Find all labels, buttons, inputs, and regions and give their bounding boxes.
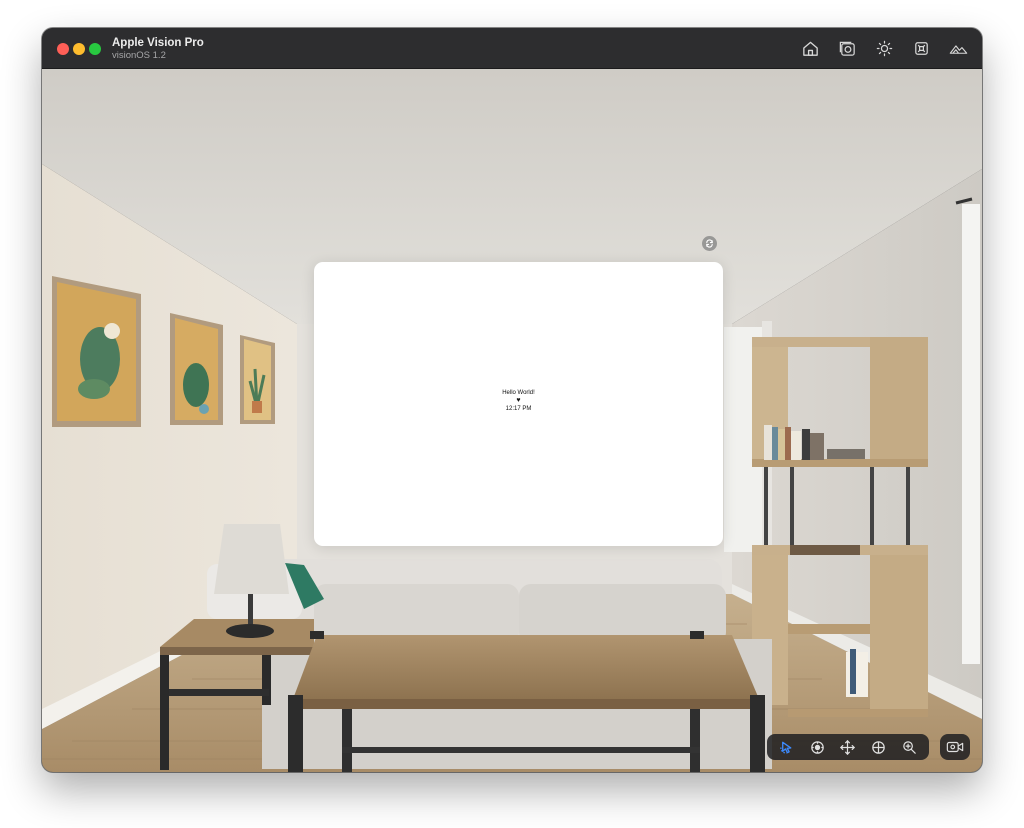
zoom-icon [903,740,916,754]
title-bar: Apple Vision Pro visionOS 1.2 [42,28,982,69]
app-window[interactable]: Hello World! ♥ 12:17 PM [314,262,723,546]
zoom-window-button[interactable] [89,43,101,55]
home-icon [802,41,818,56]
environment-button[interactable] [946,37,970,59]
environment-icon [949,44,967,54]
window-title: Apple Vision Pro [112,37,204,49]
keyboard-icon [914,41,928,55]
window-orientation-button[interactable] [702,236,717,251]
interaction-controls [767,734,929,760]
pan-icon [840,739,856,755]
rotate-icon [706,239,713,248]
minimize-window-button[interactable] [73,43,85,55]
record-video-icon [946,741,964,753]
time-text: 12:17 PM [505,406,532,412]
record-video-button[interactable] [940,734,970,760]
app-content: Hello World! ♥ 12:17 PM [314,389,723,413]
home-button[interactable] [798,37,822,59]
select-button[interactable] [773,736,799,758]
orbit-button[interactable] [866,736,892,758]
brightness-button[interactable] [872,37,896,59]
screenshot-button[interactable] [835,37,859,59]
pan-button[interactable] [835,736,861,758]
brightness-icon [876,40,892,56]
heart-icon: ♥ [516,397,521,404]
orbit-icon [872,740,886,754]
toolbar [798,37,970,59]
simulator-window: Apple Vision Pro visionOS 1.2 Hello Worl… [42,28,982,772]
screenshot-icon [839,41,855,56]
simulator-viewport[interactable]: Hello World! ♥ 12:17 PM [42,69,982,772]
window-subtitle: visionOS 1.2 [112,50,166,61]
zoom-button[interactable] [897,736,923,758]
hello-text: Hello World! [502,390,535,396]
look-button[interactable] [804,736,830,758]
select-icon [780,741,792,754]
keyboard-button[interactable] [909,37,933,59]
title-block: Apple Vision Pro visionOS 1.2 [112,37,204,62]
close-window-button[interactable] [57,43,69,55]
look-icon [810,740,824,754]
